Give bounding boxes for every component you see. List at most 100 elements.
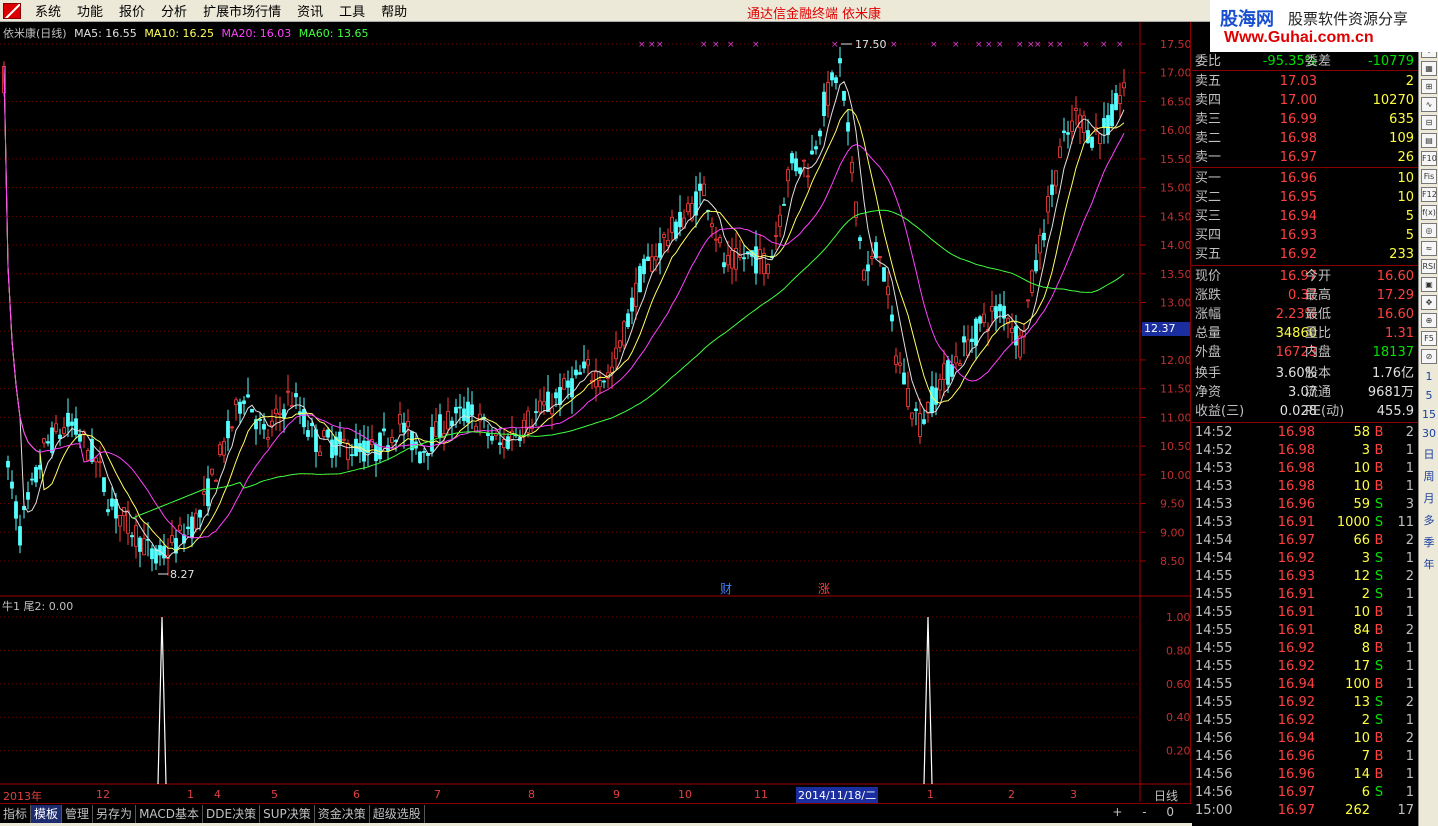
template-tab[interactable]: 另存为	[93, 804, 137, 823]
template-tab[interactable]: 模板	[31, 804, 63, 823]
menu-item-help[interactable]: 帮助	[373, 1, 415, 20]
period-button[interactable]: 1	[1419, 370, 1438, 383]
signal-marker: ×	[985, 40, 993, 50]
toolbar-icon[interactable]: ▦	[1421, 61, 1437, 76]
tick-price: 16.96	[1277, 497, 1315, 512]
panel-divider	[1192, 422, 1418, 423]
quote-label: 外盘	[1195, 345, 1222, 360]
toolbar-icon[interactable]: ▣	[1421, 277, 1437, 292]
toolbar-icon[interactable]: ⊕	[1421, 313, 1437, 328]
period-button[interactable]: 30	[1419, 427, 1438, 440]
quote-label-2: 最低	[1305, 307, 1332, 322]
stock-period-label: 依米康(日线)	[3, 27, 67, 40]
template-tab[interactable]: MACD基本	[136, 804, 204, 823]
toolbar-icon[interactable]: F10	[1421, 151, 1437, 166]
tick-row: 14:55 16.92 13 S 2	[1192, 694, 1418, 712]
tick-side: B	[1374, 749, 1384, 764]
tick-time: 14:55	[1195, 659, 1233, 674]
ask-row[interactable]: 卖一 16.97 26	[1192, 148, 1418, 167]
weicha-value: -10779	[1367, 54, 1414, 69]
app-logo-icon	[3, 2, 21, 19]
period-button[interactable]: 日	[1419, 446, 1438, 462]
candle-body	[246, 394, 250, 398]
bid-row[interactable]: 买二 16.95 10	[1192, 188, 1418, 207]
signal-marker: ×	[712, 40, 720, 50]
bid-row[interactable]: 买四 16.93 5	[1192, 226, 1418, 245]
toolbar-icon[interactable]: F12	[1421, 187, 1437, 202]
candle-body	[946, 360, 950, 385]
x-axis-label: 7	[434, 788, 441, 801]
bid-row[interactable]: 买五 16.92 233	[1192, 245, 1418, 264]
template-tab[interactable]: SUP决策	[260, 804, 315, 823]
tick-volume: 1000	[1336, 515, 1370, 530]
toolbar-icon[interactable]: ⊟	[1421, 115, 1437, 130]
menu-item-system[interactable]: 系统	[27, 1, 69, 20]
tick-price: 16.93	[1277, 569, 1315, 584]
menu-item-quote[interactable]: 报价	[111, 1, 153, 20]
quote-label: 涨幅	[1195, 307, 1222, 322]
ask-row[interactable]: 卖二 16.98 109	[1192, 129, 1418, 148]
toolbar-icon[interactable]: F5	[1421, 331, 1437, 346]
period-button[interactable]: 周	[1419, 468, 1438, 484]
toolbar-icon[interactable]: ≈	[1421, 241, 1437, 256]
period-button[interactable]: 多	[1419, 512, 1438, 528]
period-button[interactable]: 季	[1419, 534, 1438, 550]
candle-body	[950, 364, 954, 377]
tick-count: 2	[1405, 533, 1414, 548]
tick-time: 14:53	[1195, 461, 1233, 476]
candle-body	[318, 451, 322, 457]
candle-body	[702, 183, 706, 197]
period-button[interactable]: 年	[1419, 556, 1438, 572]
toolbar-icon[interactable]: Fis	[1421, 169, 1437, 184]
template-tab[interactable]: 资金决策	[315, 804, 370, 823]
candle-body	[278, 412, 282, 415]
template-tab[interactable]: DDE决策	[203, 804, 261, 823]
menu-item-news[interactable]: 资讯	[289, 1, 331, 20]
rise-marker[interactable]: 涨	[818, 580, 830, 597]
tick-count: 2	[1405, 695, 1414, 710]
toolbar-icon[interactable]: ✥	[1421, 295, 1437, 310]
ask-row[interactable]: 卖五 17.03 2	[1192, 72, 1418, 91]
period-label[interactable]: 日线	[1154, 787, 1178, 804]
indicator-axis-label: 0.20	[1166, 745, 1191, 758]
toolbar-icon[interactable]: ∿	[1421, 97, 1437, 112]
menu-item-function[interactable]: 功能	[69, 1, 111, 20]
menu-item-tools[interactable]: 工具	[331, 1, 373, 20]
signal-marker: ×	[930, 40, 938, 50]
tick-price: 16.94	[1277, 677, 1315, 692]
finance-marker[interactable]: 财	[720, 580, 732, 597]
low-price-label: 8.27	[170, 568, 195, 581]
ask-row[interactable]: 卖四 17.00 10270	[1192, 91, 1418, 110]
tick-price: 16.98	[1277, 461, 1315, 476]
tick-row: 14:56 16.94 10 B 2	[1192, 730, 1418, 748]
toolbar-icon[interactable]: ▤	[1421, 133, 1437, 148]
candle-body	[258, 419, 262, 421]
candle-body	[586, 359, 590, 366]
tick-side: S	[1374, 695, 1384, 710]
period-button[interactable]: 15	[1419, 408, 1438, 421]
template-tab[interactable]: 指标	[0, 804, 32, 823]
bid-row[interactable]: 买一 16.96 10	[1192, 169, 1418, 188]
tick-count: 1	[1405, 785, 1414, 800]
candle-body	[782, 204, 786, 206]
toolbar-icon[interactable]: ⊘	[1421, 349, 1437, 364]
template-tab[interactable]: 管理	[62, 804, 94, 823]
kline-chart[interactable]: 17.50 17.00 16.50 16.00 15.50 15.00 14.50 14.00…	[0, 22, 1192, 802]
period-button[interactable]: 月	[1419, 490, 1438, 506]
template-tab[interactable]: 超级选股	[370, 804, 425, 823]
candle-body	[654, 256, 658, 261]
menu-item-extended-market[interactable]: 扩展市场行情	[195, 1, 289, 20]
toolbar-icon[interactable]: f(x)	[1421, 205, 1437, 220]
signal-marker: ×	[1056, 40, 1064, 50]
toolbar-icon[interactable]: ⊞	[1421, 79, 1437, 94]
bid-row[interactable]: 买三 16.94 5	[1192, 207, 1418, 226]
period-button[interactable]: 5	[1419, 389, 1438, 402]
candle-body	[238, 401, 242, 414]
tick-price: 16.92	[1277, 713, 1315, 728]
toolbar-icon[interactable]: RSI	[1421, 259, 1437, 274]
candle-body	[962, 336, 966, 343]
toolbar-icon[interactable]: ◎	[1421, 223, 1437, 238]
ask-row[interactable]: 卖三 16.99 635	[1192, 110, 1418, 129]
zoom-controls[interactable]: + - 0	[1112, 805, 1182, 819]
menu-item-analysis[interactable]: 分析	[153, 1, 195, 20]
